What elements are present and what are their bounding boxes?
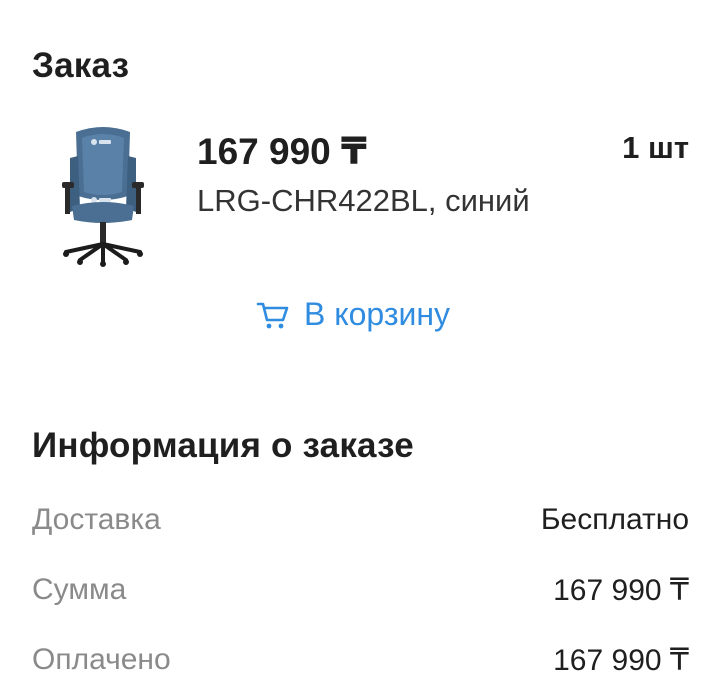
add-to-cart-label: В корзину <box>304 296 451 332</box>
product-image[interactable] <box>48 118 158 268</box>
add-to-cart-button[interactable]: В корзину <box>256 296 450 333</box>
order-info-title: Информация о заказе <box>32 426 414 465</box>
info-row-sum: Сумма 167 990 ₸ <box>32 570 689 610</box>
order-details-page: Заказ 167 990 ₸ LRG-CHR422BL, синий 1 шт… <box>0 0 721 699</box>
product-quantity: 1 шт <box>622 130 689 165</box>
cart-icon <box>256 300 290 330</box>
info-row-label: Оплачено <box>32 643 171 676</box>
info-row-label: Сумма <box>32 573 127 606</box>
info-row-delivery: Доставка Бесплатно <box>32 500 689 540</box>
product-price: 167 990 ₸ <box>197 131 367 172</box>
info-row-value: Бесплатно <box>540 503 689 536</box>
info-row-paid: Оплачено 167 990 ₸ <box>32 640 689 680</box>
product-name[interactable]: LRG-CHR422BL, синий <box>197 183 530 219</box>
info-row-label: Доставка <box>32 503 161 536</box>
gaming-chair-image <box>62 127 144 267</box>
order-section-title: Заказ <box>32 46 130 85</box>
info-row-value: 167 990 ₸ <box>553 573 689 607</box>
info-row-value: 167 990 ₸ <box>553 643 689 677</box>
